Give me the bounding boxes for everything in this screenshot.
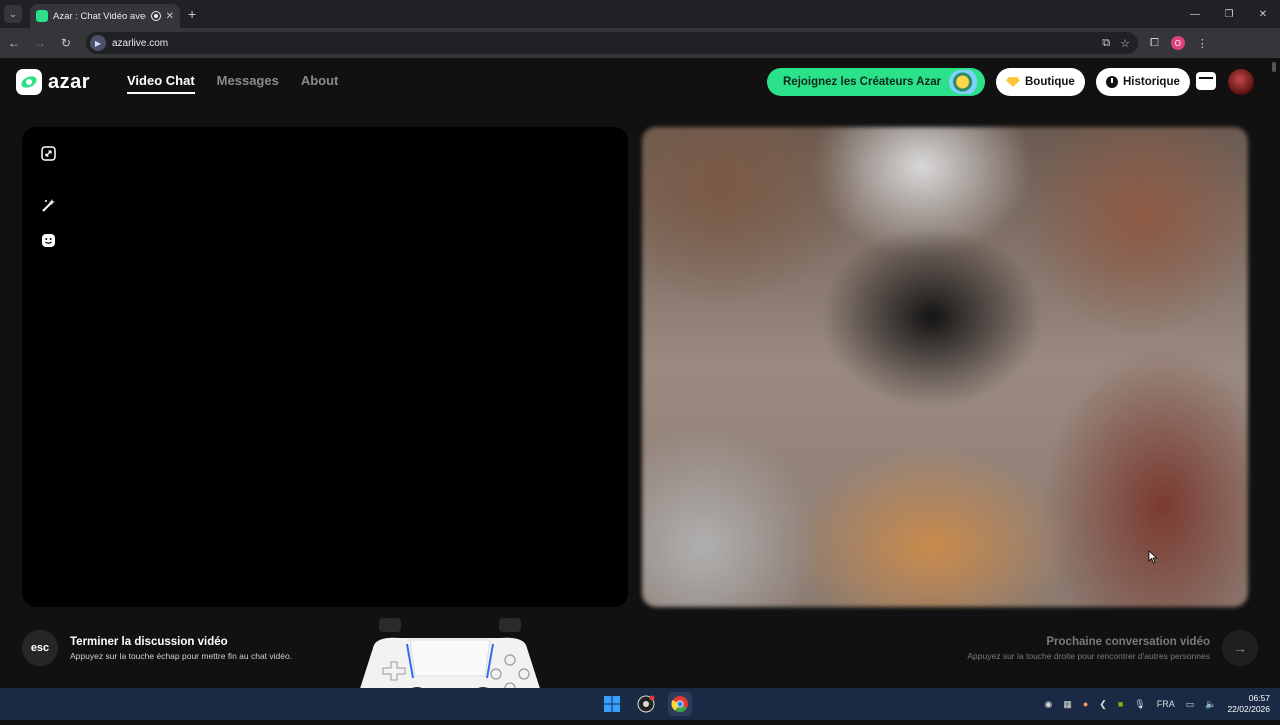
tab-search-button[interactable]: ⌄ [4, 5, 22, 23]
language-indicator[interactable]: FRA [1157, 699, 1175, 709]
magic-wand-icon[interactable] [40, 197, 56, 213]
obs-app-icon[interactable] [634, 692, 658, 716]
browser-toolbar: ← → ↻ ▶ azarlive.com ⧉ ☆ ⧠ O ⋮ [0, 28, 1280, 58]
extensions-icon[interactable]: ⧠ [1150, 37, 1159, 50]
chrome-app-icon[interactable] [668, 692, 692, 716]
logo-text: azar [48, 70, 91, 93]
mouse-cursor-icon [1148, 550, 1158, 569]
tray-steam-icon[interactable]: ❮ [1099, 699, 1107, 710]
clock-date: 22/02/2026 [1227, 704, 1270, 714]
tray-orange-icon[interactable]: ● [1083, 699, 1088, 709]
minimize-video-icon[interactable] [40, 145, 56, 161]
tray-keyboard-icon[interactable]: ▦ [1063, 699, 1072, 710]
windows-start-icon[interactable] [600, 692, 624, 716]
user-avatar[interactable] [1228, 69, 1254, 95]
shop-button[interactable]: Boutique [996, 68, 1085, 96]
next-chat-subtitle: Appuyez sur la touche droite pour rencon… [967, 650, 1210, 661]
restore-icon[interactable]: ❐ [1212, 0, 1246, 28]
browser-tab-bar: ⌄ Azar : Chat Vidéo avec de n ✕ + — ❐ ✕ [0, 0, 1280, 28]
join-creators-button[interactable]: Rejoignez les Créateurs Azar [767, 68, 985, 96]
next-chat-title: Prochaine conversation vidéo [1046, 635, 1210, 648]
new-tab-button[interactable]: + [188, 6, 196, 22]
tray-app-icon[interactable]: ◉ [1044, 699, 1052, 710]
tray-nvidia-icon[interactable]: ■ [1118, 699, 1123, 709]
history-label: Historique [1123, 76, 1180, 88]
nav-video-chat[interactable]: Video Chat [127, 73, 195, 94]
address-bar[interactable]: ▶ azarlive.com ⧉ ☆ [86, 32, 1138, 54]
site-header: azar Video Chat Messages About Rejoignez… [0, 58, 1280, 106]
nav-messages[interactable]: Messages [217, 73, 279, 94]
clock-icon [1106, 76, 1118, 88]
azar-favicon-icon [36, 10, 48, 22]
profile-avatar[interactable]: O [1170, 36, 1185, 50]
nav-about[interactable]: About [301, 73, 339, 94]
shop-label: Boutique [1025, 76, 1075, 88]
url-text: azarlive.com [112, 37, 169, 49]
inbox-icon[interactable] [1196, 72, 1216, 90]
back-icon[interactable]: ← [2, 31, 26, 55]
network-icon[interactable]: ▭ [1186, 699, 1195, 710]
clock-time: 06:57 [1248, 693, 1270, 703]
end-chat-title: Terminer la discussion vidéo [70, 635, 228, 648]
volume-icon[interactable]: 🔈 [1205, 699, 1216, 710]
gem-icon [1006, 77, 1020, 87]
scrollbar-thumb[interactable] [1272, 62, 1276, 72]
azar-logo-icon [16, 69, 42, 95]
main-nav: Video Chat Messages About [127, 73, 338, 94]
azar-logo[interactable]: azar [16, 69, 90, 95]
cast-icon[interactable]: ⧉ [1102, 37, 1110, 50]
site-info-icon[interactable]: ▶ [90, 35, 106, 51]
taskbar-clock[interactable]: 06:57 22/02/2026 [1227, 693, 1270, 715]
end-chat-hint: esc Terminer la discussion vidéo Appuyez… [22, 630, 292, 666]
system-tray: ◉ ▦ ● ❮ ■ 🎙 FRA ▭ 🔈 06:57 22/02/2026 [1044, 688, 1270, 720]
next-chat-hint: Prochaine conversation vidéo Appuyez sur… [967, 630, 1258, 666]
forward-icon[interactable]: → [28, 31, 52, 55]
bookmark-star-icon[interactable]: ☆ [1120, 37, 1130, 50]
remote-video-panel [642, 127, 1248, 607]
creators-badge-icon [949, 70, 983, 94]
end-chat-subtitle: Appuyez sur la touche échap pour mettre … [70, 650, 293, 661]
next-arrow-button[interactable]: → [1222, 630, 1258, 666]
join-creators-label: Rejoignez les Créateurs Azar [783, 76, 942, 88]
tab-close-icon[interactable]: ✕ [166, 11, 174, 22]
history-button[interactable]: Historique [1096, 68, 1190, 96]
microphone-icon[interactable]: 🎙 [1134, 699, 1145, 710]
window-controls: — ❐ ✕ [1178, 0, 1280, 28]
face-mask-icon[interactable] [40, 232, 56, 248]
recording-indicator-icon [150, 11, 161, 21]
azar-page: azar Video Chat Messages About Rejoignez… [0, 58, 1280, 688]
browser-tab[interactable]: Azar : Chat Vidéo avec de n ✕ [30, 4, 180, 28]
os-taskbar: ◉ ▦ ● ❮ ■ 🎙 FRA ▭ 🔈 06:57 22/02/2026 [0, 688, 1280, 720]
minimize-icon[interactable]: — [1178, 0, 1212, 28]
esc-key-button[interactable]: esc [22, 630, 58, 666]
tab-title: Azar : Chat Vidéo avec de n [53, 10, 146, 22]
browser-menu-icon[interactable]: ⋮ [1197, 37, 1208, 50]
local-video-panel [22, 127, 628, 607]
close-window-icon[interactable]: ✕ [1246, 0, 1280, 28]
reload-icon[interactable]: ↻ [54, 31, 78, 55]
